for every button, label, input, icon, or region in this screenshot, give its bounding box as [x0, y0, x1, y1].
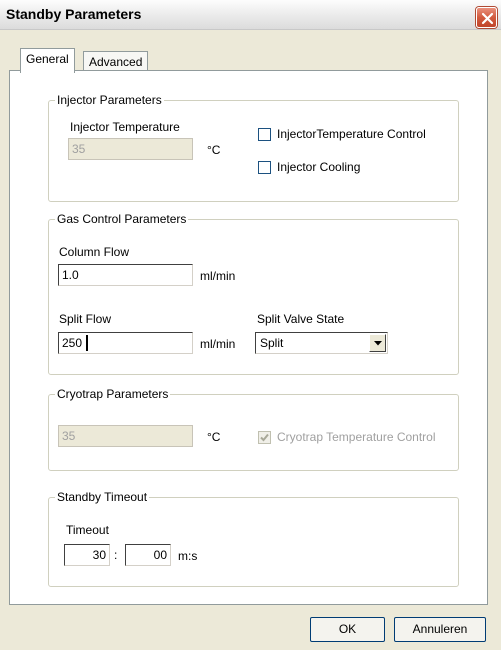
- dropdown-arrow-button[interactable]: [369, 334, 386, 352]
- cryotrap-group-title: Cryotrap Parameters: [57, 387, 169, 401]
- split-valve-state-dropdown[interactable]: Split: [255, 332, 388, 354]
- timeout-label: Timeout: [66, 523, 109, 537]
- standby-parameters-dialog: Standby Parameters General Advanced Inje…: [0, 0, 501, 650]
- checkmark-icon: [260, 433, 269, 442]
- close-button[interactable]: [476, 7, 497, 28]
- gas-group-title: Gas Control Parameters: [57, 212, 187, 226]
- tab-general-label: General: [26, 52, 69, 66]
- standby-group-title: Standby Timeout: [57, 490, 148, 504]
- split-flow-label: Split Flow: [59, 312, 112, 326]
- split-flow-value: 250: [62, 336, 83, 350]
- tab-general[interactable]: General: [20, 48, 75, 73]
- cryotrap-temperature-field[interactable]: 35: [58, 425, 193, 447]
- column-flow-label: Column Flow: [59, 245, 130, 259]
- injector-cooling-checkbox[interactable]: [258, 161, 271, 174]
- cryotrap-temperature-unit: °C: [207, 430, 221, 444]
- window-title: Standby Parameters: [6, 6, 142, 22]
- general-tab-panel: Injector Parameters Injector Temperature…: [9, 70, 488, 605]
- injector-temperature-label: Injector Temperature: [70, 120, 180, 134]
- injector-cooling-label[interactable]: Injector Cooling: [277, 160, 360, 174]
- injector-temperature-field[interactable]: 35: [68, 138, 193, 160]
- column-flow-unit: ml/min: [200, 269, 236, 283]
- chevron-down-icon: [374, 341, 382, 346]
- cancel-button[interactable]: Annuleren: [394, 617, 486, 642]
- split-valve-state-value: Split: [260, 336, 284, 350]
- injector-temp-control-checkbox[interactable]: [258, 128, 271, 141]
- close-icon: [481, 12, 494, 25]
- ok-button[interactable]: OK: [310, 617, 385, 642]
- column-flow-input[interactable]: 1.0: [58, 264, 193, 286]
- injector-temp-control-label[interactable]: InjectorTemperature Control: [277, 127, 426, 141]
- split-flow-input[interactable]: 250: [58, 332, 193, 354]
- split-flow-unit: ml/min: [200, 337, 236, 351]
- timeout-seconds-input[interactable]: 00: [125, 544, 171, 566]
- timeout-unit: m:s: [178, 549, 198, 563]
- split-valve-state-label: Split Valve State: [257, 312, 345, 326]
- title-bar[interactable]: Standby Parameters: [0, 0, 501, 30]
- cryotrap-temp-control-label[interactable]: Cryotrap Temperature Control: [277, 430, 436, 444]
- timeout-separator: :: [114, 548, 118, 562]
- tab-advanced-label: Advanced: [89, 55, 143, 69]
- cryotrap-temp-control-checkbox[interactable]: [258, 431, 271, 444]
- text-cursor: [86, 335, 88, 351]
- injector-temperature-unit: °C: [207, 143, 221, 157]
- timeout-minutes-input[interactable]: 30: [64, 544, 110, 566]
- standby-timeout-group: Standby Timeout: [48, 490, 459, 587]
- injector-group-title: Injector Parameters: [57, 93, 162, 107]
